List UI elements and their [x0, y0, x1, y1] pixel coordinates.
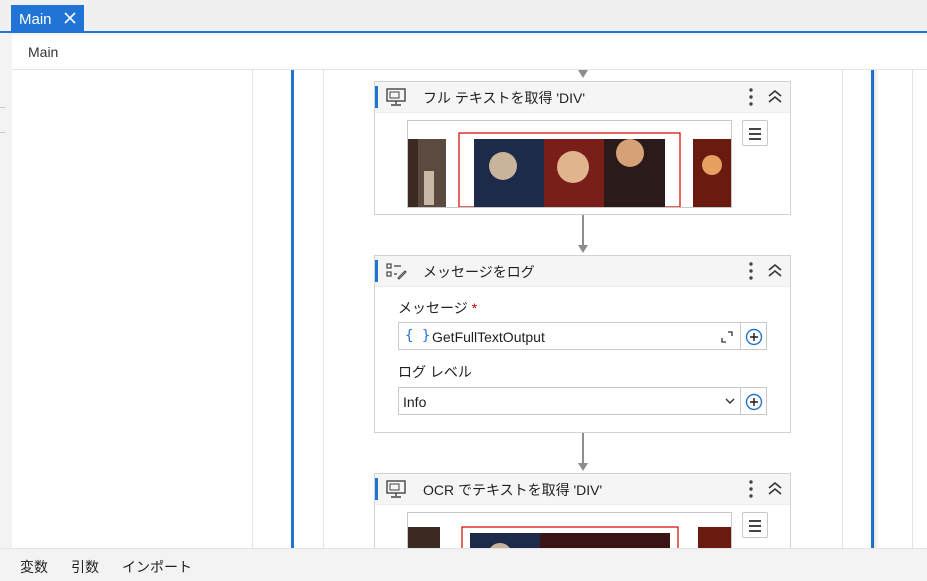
log-level-select[interactable]: Info [398, 387, 741, 415]
connector-line [582, 215, 584, 245]
sequence-shadow [873, 70, 879, 548]
breadcrumb-bar: Main [12, 35, 927, 70]
captured-screenshot-image [408, 513, 731, 548]
left-gutter [0, 35, 12, 555]
more-options-icon[interactable] [744, 260, 758, 282]
activity-accent-bar [375, 478, 378, 500]
screenshot-preview[interactable] [407, 512, 732, 548]
close-icon[interactable] [62, 10, 78, 26]
message-add-button[interactable] [741, 322, 767, 350]
activity-get-full-text[interactable]: フル テキストを取得 'DIV' [374, 81, 791, 215]
message-field-label: メッセージ * [398, 298, 477, 318]
activity-accent-bar [375, 260, 378, 282]
plus-circle-icon [745, 393, 763, 411]
expression-icon[interactable]: { } [405, 328, 430, 344]
message-value: GetFullTextOutput [432, 329, 545, 345]
message-label-text: メッセージ [398, 300, 468, 316]
message-input[interactable]: { } GetFullTextOutput [398, 322, 741, 350]
activity-title: OCR でテキストを取得 'DIV' [423, 482, 603, 498]
connector-arrow [578, 70, 588, 78]
connector-line [582, 433, 584, 463]
activity-header[interactable]: フル テキストを取得 'DIV' [375, 82, 790, 113]
document-tab-bar: Main [0, 0, 927, 33]
tab-imports[interactable]: インポート [122, 557, 192, 577]
captured-screenshot-image [408, 121, 731, 207]
activity-ocr-get-text[interactable]: OCR でテキストを取得 'DIV' [374, 473, 791, 548]
activity-header[interactable]: メッセージをログ [375, 256, 790, 287]
connector-arrow [578, 463, 588, 471]
tab-main-label: Main [19, 10, 52, 28]
activity-title: メッセージをログ [423, 264, 535, 280]
more-options-icon[interactable] [744, 86, 758, 108]
activity-header[interactable]: OCR でテキストを取得 'DIV' [375, 474, 790, 505]
canvas-guide-line [912, 70, 913, 548]
collapse-icon[interactable] [766, 479, 784, 499]
log-level-label: ログ レベル [398, 364, 472, 380]
monitor-icon [386, 88, 406, 106]
activity-accent-bar [375, 86, 378, 108]
connector-arrow [578, 245, 588, 253]
chevron-down-icon [725, 398, 735, 404]
activity-log-message[interactable]: メッセージをログ メッセージ * { } GetFullTextOutput ログ [374, 255, 791, 433]
canvas-guide-line [252, 70, 253, 548]
activity-title: フル テキストを取得 'DIV' [423, 90, 586, 106]
more-options-icon[interactable] [744, 478, 758, 500]
log-level-value: Info [403, 394, 427, 410]
options-menu-button[interactable] [742, 512, 768, 538]
screenshot-preview[interactable] [407, 120, 732, 208]
monitor-icon [386, 480, 406, 498]
designer-canvas[interactable]: フル テキストを取得 'DIV' メッセージをログ メッセージ * {} Ge… [12, 70, 927, 548]
collapse-icon[interactable] [766, 87, 784, 107]
required-marker: * [471, 300, 478, 316]
log-level-add-button[interactable] [741, 387, 767, 415]
log-message-icon [386, 263, 407, 280]
expand-icon[interactable] [720, 330, 734, 344]
gutter-marker [0, 107, 6, 133]
collapse-icon[interactable] [766, 261, 784, 281]
plus-circle-icon [745, 328, 763, 346]
bottom-panel-tabs: 変数 引数 インポート [0, 548, 927, 581]
breadcrumb[interactable]: Main [28, 44, 58, 60]
tab-arguments[interactable]: 引数 [71, 557, 99, 577]
tab-variables[interactable]: 変数 [20, 557, 48, 577]
options-menu-button[interactable] [742, 120, 768, 146]
tab-main[interactable]: Main [11, 5, 84, 33]
